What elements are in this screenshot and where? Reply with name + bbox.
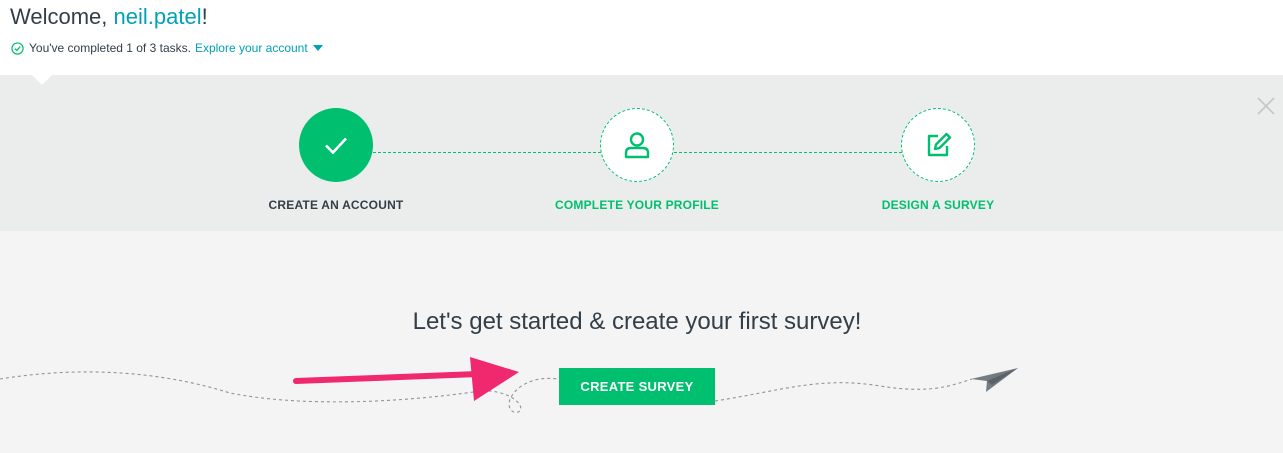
welcome-header: Welcome, neil.patel! You've completed 1 …	[0, 0, 1283, 75]
welcome-title: Welcome, neil.patel!	[10, 4, 208, 30]
dotted-flight-path-right	[714, 378, 973, 402]
create-survey-button[interactable]: CREATE SURVEY	[559, 368, 715, 405]
edit-icon	[927, 132, 952, 157]
cta-heading: Let's get started & create your first su…	[412, 308, 862, 335]
onboarding-steps: CREATE AN ACCOUNT COMPLETE YOUR PROFILE …	[0, 74, 1283, 231]
step-label-complete-profile[interactable]: COMPLETE YOUR PROFILE	[527, 198, 747, 212]
paper-plane-icon	[971, 368, 1018, 392]
caret-down-icon	[312, 45, 323, 51]
progress-text: You've completed 1 of 3 tasks.	[29, 41, 191, 55]
step-connector	[373, 152, 601, 153]
annotation-arrow	[293, 357, 519, 401]
create-survey-section: Let's get started & create your first su…	[0, 231, 1283, 453]
step-label-design-survey[interactable]: DESIGN A SURVEY	[828, 198, 1048, 212]
step-design-survey-circle[interactable]	[901, 108, 975, 182]
check-circle-icon	[11, 41, 24, 55]
close-icon[interactable]	[1255, 95, 1277, 117]
task-progress: You've completed 1 of 3 tasks. Explore y…	[11, 41, 323, 55]
flight-path-decoration	[0, 357, 1018, 413]
welcome-suffix: !	[201, 4, 208, 29]
username-link[interactable]: neil.patel	[114, 4, 202, 29]
step-label-create-account: CREATE AN ACCOUNT	[268, 198, 404, 212]
pointer-notch	[31, 74, 53, 85]
explore-account-label: Explore your account	[194, 41, 308, 55]
checkmark-icon	[325, 137, 347, 155]
explore-account-dropdown[interactable]: Explore your account	[195, 41, 323, 55]
welcome-prefix: Welcome,	[10, 4, 114, 29]
step-connector	[674, 152, 902, 153]
step-create-account-circle	[299, 108, 373, 182]
user-profile-icon	[624, 132, 650, 159]
step-complete-profile-circle[interactable]	[600, 108, 674, 182]
